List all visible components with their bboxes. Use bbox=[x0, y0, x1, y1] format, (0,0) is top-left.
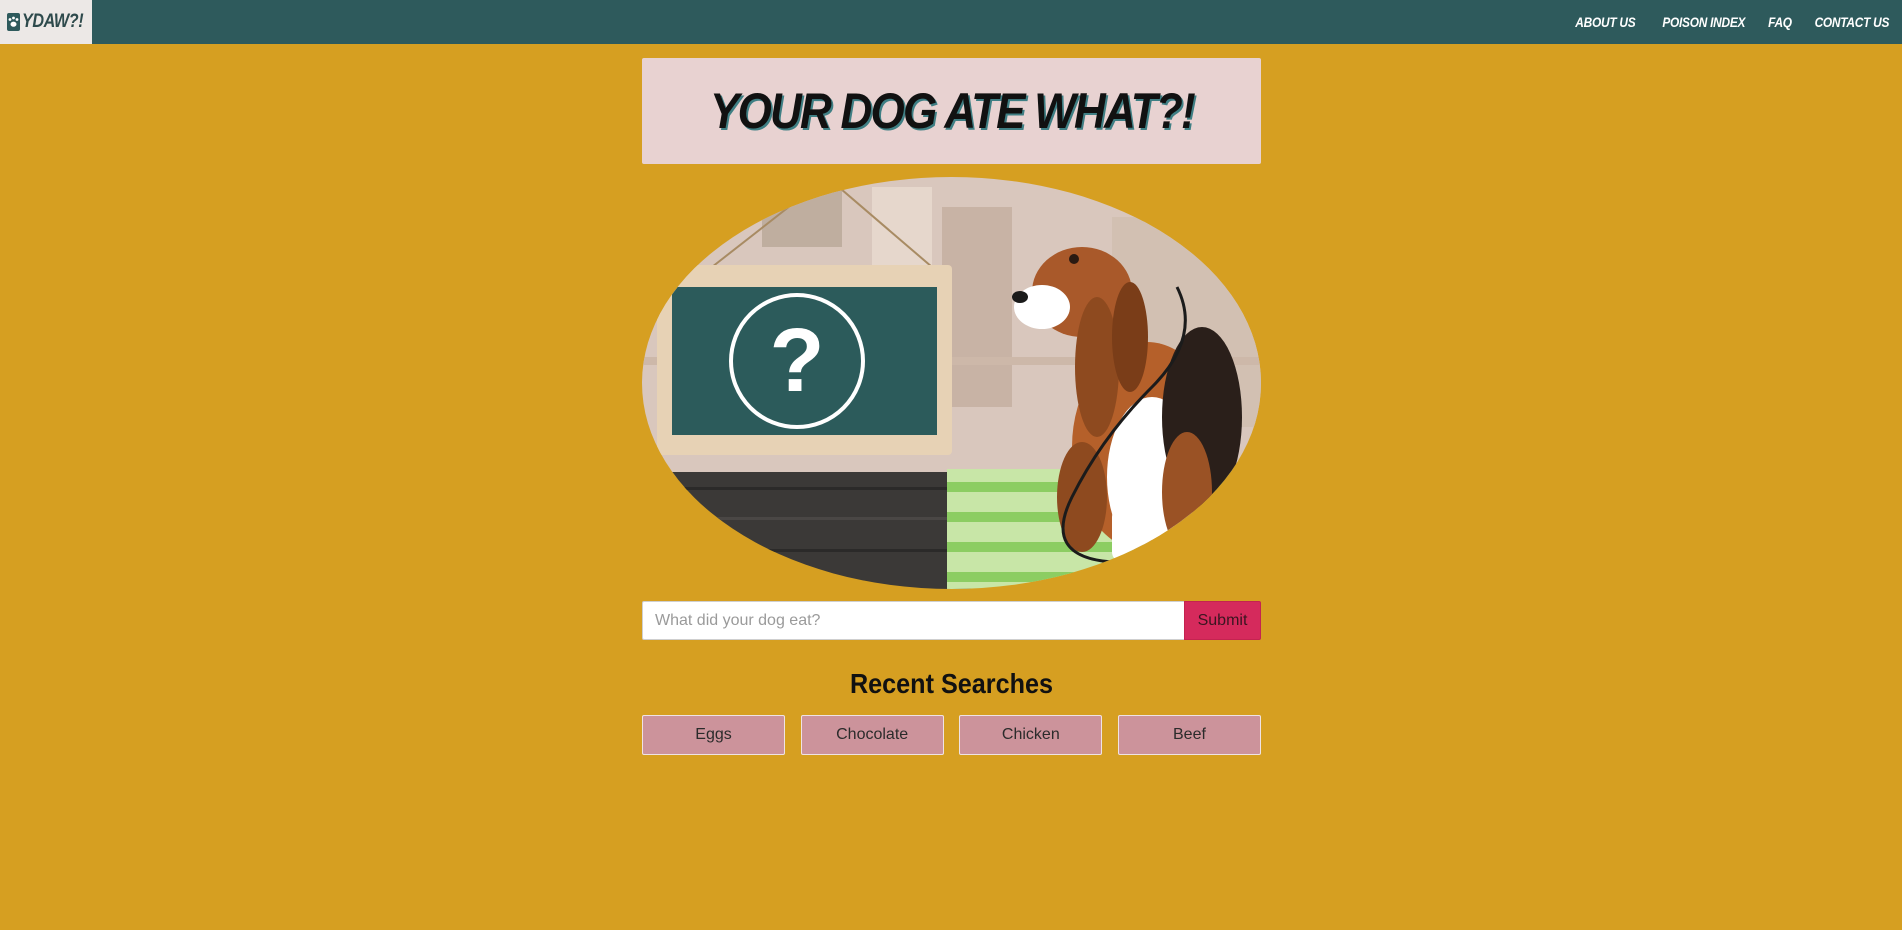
title-banner: YOUR DOG ATE WHAT?! bbox=[642, 58, 1261, 164]
dog-with-question-sign-illustration: ? bbox=[642, 177, 1261, 589]
page-title: YOUR DOG ATE WHAT?! bbox=[709, 83, 1196, 139]
search-form: Submit bbox=[642, 601, 1261, 640]
hero-image: ? bbox=[642, 177, 1261, 589]
nav-link-poison-index[interactable]: POISON INDEX bbox=[1662, 14, 1745, 30]
recent-search-chicken[interactable]: Chicken bbox=[959, 715, 1103, 755]
svg-text:?: ? bbox=[770, 311, 825, 411]
paw-icon bbox=[7, 13, 20, 31]
brand-name: YDAW?! bbox=[22, 11, 84, 32]
nav-link-about-us[interactable]: ABOUT US bbox=[1575, 14, 1635, 30]
nav-link-faq[interactable]: FAQ bbox=[1768, 14, 1792, 30]
recent-search-chocolate[interactable]: Chocolate bbox=[800, 715, 944, 755]
nav-link-contact-us[interactable]: CONTACT US bbox=[1815, 14, 1890, 30]
submit-button[interactable]: Submit bbox=[1184, 601, 1261, 640]
brand-logo-link[interactable]: YDAW?! bbox=[0, 0, 92, 44]
recent-search-eggs[interactable]: Eggs bbox=[642, 715, 785, 755]
recent-searches-heading: Recent Searches bbox=[849, 668, 1054, 699]
recent-search-beef[interactable]: Beef bbox=[1117, 715, 1261, 755]
top-navbar: YDAW?! ABOUT US POISON INDEX FAQ CONTACT… bbox=[0, 0, 1902, 44]
recent-searches-list: Eggs Chocolate Chicken Beef bbox=[642, 715, 1261, 755]
search-input[interactable] bbox=[642, 601, 1184, 640]
nav-links: ABOUT US POISON INDEX FAQ CONTACT US bbox=[1556, 0, 1896, 44]
